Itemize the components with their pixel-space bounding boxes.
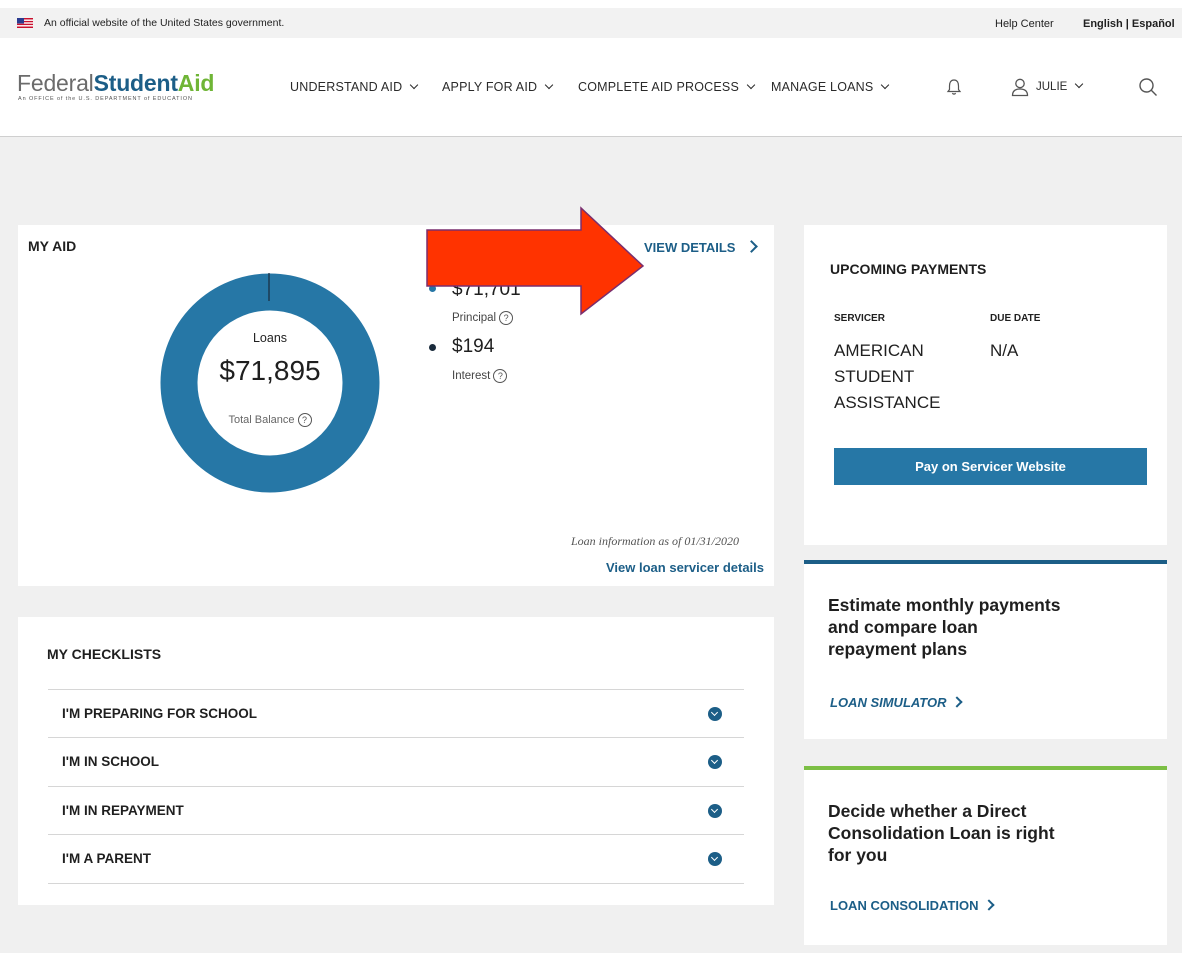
my-aid-card: MY AID VIEW DETAILS Loans $71,895 Total … — [18, 225, 774, 586]
nav-complete-aid-process[interactable]: COMPLETE AID PROCESS — [578, 80, 756, 94]
loan-consolidation-text: Decide whether a Direct Consolidation Lo… — [828, 801, 1055, 865]
checklist-item[interactable]: I'M A PARENT — [48, 834, 744, 884]
due-date-column-header: DUE DATE — [990, 313, 1041, 324]
gov-banner: An official website of the United States… — [0, 8, 1182, 38]
loan-simulator-card: Estimate monthly payments and compare lo… — [804, 560, 1167, 739]
view-details-link[interactable]: VIEW DETAILS — [644, 240, 759, 255]
chevron-down-icon — [881, 80, 890, 90]
checklist-item[interactable]: I'M PREPARING FOR SCHOOL — [48, 689, 744, 738]
site-header: FederalStudentAid An OFFICE of the U.S. … — [0, 38, 1182, 137]
chevron-right-icon — [982, 899, 995, 911]
checklist-item[interactable]: I'M IN SCHOOL — [48, 737, 744, 786]
chevron-down-icon[interactable] — [708, 707, 722, 721]
nav-understand-aid[interactable]: UNDERSTAND AID — [290, 80, 419, 94]
fsa-logo[interactable]: FederalStudentAid — [17, 70, 214, 97]
nav-manage-loans[interactable]: MANAGE LOANS — [771, 80, 890, 94]
upcoming-payments-title: UPCOMING PAYMENTS — [830, 261, 987, 277]
loan-simulator-link[interactable]: LOAN SIMULATOR — [830, 695, 963, 710]
help-icon[interactable]: ? — [297, 413, 312, 427]
us-flag-icon — [17, 18, 33, 28]
interest-legend-dot — [429, 344, 436, 351]
my-checklists-title: MY CHECKLISTS — [47, 646, 162, 662]
total-balance-amount: $71,895 — [219, 355, 321, 386]
my-checklists-card: MY CHECKLISTS I'M PREPARING FOR SCHOOL I… — [18, 617, 774, 905]
gov-banner-text: An official website of the United States… — [44, 17, 285, 29]
chevron-right-icon — [950, 696, 963, 708]
user-icon[interactable] — [1010, 77, 1030, 97]
servicer-name: AMERICAN STUDENT ASSISTANCE — [834, 341, 941, 412]
interest-amount: $194 — [452, 336, 495, 357]
due-date-value: N/A — [990, 341, 1019, 360]
loan-donut-chart: Loans $71,895 Total Balance? — [160, 273, 380, 493]
loan-info-date: Loan information as of 01/31/2020 — [571, 534, 740, 548]
chevron-down-icon — [544, 80, 554, 90]
chevron-down-icon[interactable] — [708, 852, 722, 866]
chevron-down-icon — [746, 80, 756, 90]
chevron-down-icon — [1075, 79, 1084, 89]
chevron-down-icon[interactable] — [708, 755, 722, 769]
bell-icon[interactable] — [946, 78, 962, 96]
user-menu[interactable]: JULIE — [1036, 79, 1084, 93]
search-icon[interactable] — [1138, 77, 1158, 97]
annotation-arrow-icon — [426, 206, 645, 316]
view-loan-servicer-link[interactable]: View loan servicer details — [606, 560, 764, 575]
total-balance-label: Total Balance? — [160, 413, 380, 427]
chevron-down-icon[interactable] — [708, 804, 722, 818]
loan-consolidation-link[interactable]: LOAN CONSOLIDATION — [830, 898, 995, 913]
checklist-item[interactable]: I'M IN REPAYMENT — [48, 786, 744, 835]
chevron-down-icon — [410, 80, 419, 90]
servicer-column-header: SERVICER — [834, 313, 885, 324]
interest-label: Interest? — [452, 369, 508, 383]
loan-simulator-text: Estimate monthly payments and compare lo… — [828, 595, 1061, 659]
loan-consolidation-card: Decide whether a Direct Consolidation Lo… — [804, 766, 1167, 945]
donut-center-label: Loans — [252, 331, 288, 345]
nav-apply-for-aid[interactable]: APPLY FOR AID — [442, 80, 554, 94]
my-aid-title: MY AID — [28, 238, 77, 254]
help-center-link[interactable]: Help Center — [995, 18, 1054, 30]
logo-subtitle: An OFFICE of the U.S. DEPARTMENT of EDUC… — [18, 96, 193, 102]
language-switcher[interactable]: English | Español — [1083, 18, 1175, 30]
help-icon[interactable]: ? — [493, 369, 508, 383]
pay-on-servicer-button[interactable]: Pay on Servicer Website — [834, 448, 1147, 485]
upcoming-payments-card: UPCOMING PAYMENTS SERVICER DUE DATE AMER… — [804, 225, 1167, 545]
chevron-right-icon — [745, 240, 759, 253]
